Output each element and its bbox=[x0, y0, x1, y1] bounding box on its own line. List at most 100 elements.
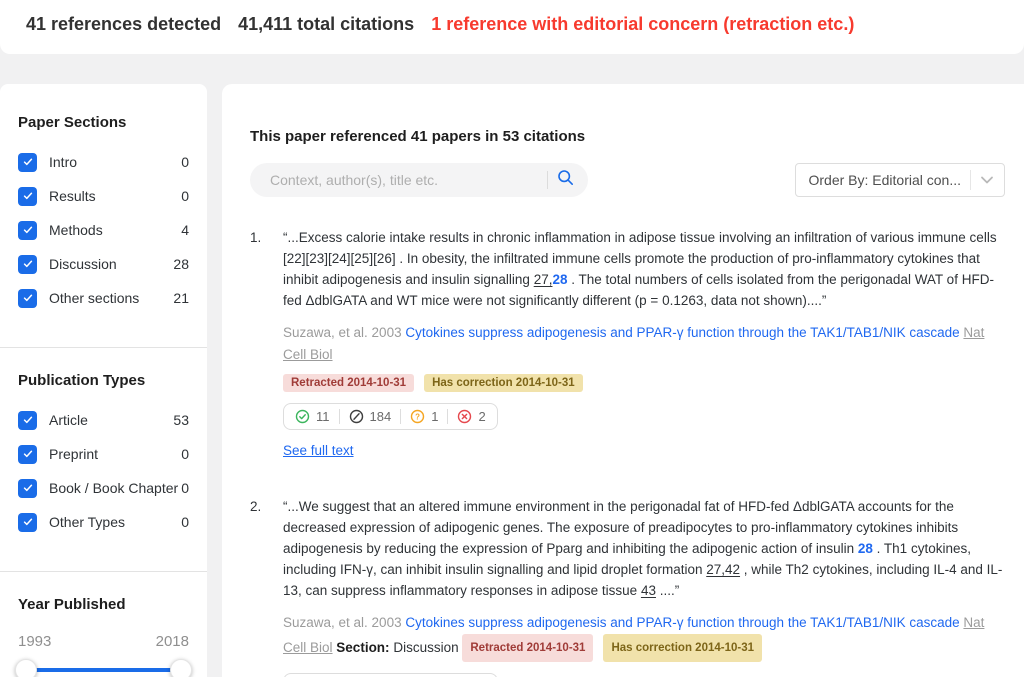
checkbox[interactable] bbox=[18, 479, 37, 498]
filter-count: 0 bbox=[181, 514, 189, 530]
check-icon bbox=[22, 258, 34, 270]
checkbox[interactable] bbox=[18, 289, 37, 308]
filters-sidebar: Paper Sections Intro 0 Results 0 Methods… bbox=[0, 84, 207, 677]
filter-label: Article bbox=[49, 412, 173, 428]
citation-quote: “...Excess calorie intake results in chr… bbox=[283, 227, 1005, 311]
mentioning-icon bbox=[349, 409, 364, 424]
year-published-title: Year Published bbox=[18, 596, 189, 613]
filter-count: 0 bbox=[181, 446, 189, 462]
slider-track bbox=[27, 668, 180, 672]
search-input[interactable] bbox=[268, 171, 541, 189]
citation-quote: “...We suggest that an altered immune en… bbox=[283, 496, 1005, 601]
checkbox[interactable] bbox=[18, 411, 37, 430]
filter-count: 53 bbox=[173, 412, 189, 428]
year-range-slider bbox=[18, 658, 189, 677]
badges-row: Retracted 2014-10-31Has correction 2014-… bbox=[283, 374, 1005, 392]
checkbox[interactable] bbox=[18, 221, 37, 240]
check-icon bbox=[22, 482, 34, 494]
results-title: This paper referenced 41 papers in 53 ci… bbox=[250, 128, 1005, 145]
filter-count: 28 bbox=[173, 256, 189, 272]
search-icon[interactable] bbox=[557, 169, 574, 191]
publication-types-filter: Publication Types Article 53 Preprint 0 … bbox=[0, 347, 207, 571]
filter-count: 4 bbox=[181, 222, 189, 238]
total-citations-count: 41,411 total citations bbox=[238, 14, 414, 35]
filter-count: 0 bbox=[181, 154, 189, 170]
tally-supporting-count: 11 bbox=[316, 409, 330, 424]
see-full-text-link[interactable]: See full text bbox=[283, 443, 354, 458]
filter-count: 0 bbox=[181, 188, 189, 204]
tally-mentioning: 184 bbox=[339, 409, 401, 424]
filter-label: Methods bbox=[49, 222, 181, 238]
checkbox[interactable] bbox=[18, 255, 37, 274]
contrasting-icon bbox=[457, 409, 472, 424]
citation-item: 2. “...We suggest that an altered immune… bbox=[250, 496, 1005, 677]
tally-contrasting-count: 2 bbox=[478, 409, 485, 424]
citation-title-link[interactable]: Cytokines suppress adipogenesis and PPAR… bbox=[405, 615, 959, 630]
tally-supporting: 11 bbox=[295, 409, 339, 424]
citation-number: 1. bbox=[250, 227, 283, 460]
citation-authors: Suzawa, et al. 2003 bbox=[283, 325, 405, 340]
supporting-icon bbox=[295, 409, 310, 424]
filter-label: Preprint bbox=[49, 446, 181, 462]
filter-row: Methods 4 bbox=[18, 219, 189, 241]
order-by-label: Order By: Editorial con... bbox=[808, 172, 961, 188]
checkbox[interactable] bbox=[18, 187, 37, 206]
badge-correction: Has correction 2014-10-31 bbox=[603, 634, 762, 662]
filter-count: 0 bbox=[181, 480, 189, 496]
tally-mentioning-count: 184 bbox=[370, 409, 392, 424]
paper-sections-list: Intro 0 Results 0 Methods 4 Discussion 2… bbox=[18, 151, 189, 309]
order-by-select[interactable]: Order By: Editorial con... bbox=[795, 163, 1005, 197]
check-icon bbox=[22, 414, 34, 426]
unclear-icon: ? bbox=[410, 409, 425, 424]
tally-pill[interactable]: 11184?12 bbox=[283, 673, 498, 677]
filter-row: Discussion 28 bbox=[18, 253, 189, 275]
citation-number: 2. bbox=[250, 496, 283, 677]
tally-pill[interactable]: 11184?12 bbox=[283, 403, 498, 430]
filter-row: Results 0 bbox=[18, 185, 189, 207]
filter-row: Article 53 bbox=[18, 409, 189, 431]
check-icon bbox=[22, 224, 34, 236]
tally-unclear-count: 1 bbox=[431, 409, 438, 424]
badge-retracted: Retracted 2014-10-31 bbox=[462, 634, 593, 662]
section-label: Section: bbox=[336, 640, 389, 655]
checkbox[interactable] bbox=[18, 445, 37, 464]
filter-count: 21 bbox=[173, 290, 189, 306]
filter-label: Other Types bbox=[49, 514, 181, 530]
filter-row: Preprint 0 bbox=[18, 443, 189, 465]
check-icon bbox=[22, 156, 34, 168]
svg-text:?: ? bbox=[415, 413, 420, 422]
filter-row: Book / Book Chapter 0 bbox=[18, 477, 189, 499]
order-by-divider bbox=[970, 170, 971, 190]
citation-title-link[interactable]: Cytokines suppress adipogenesis and PPAR… bbox=[405, 325, 959, 340]
checkbox[interactable] bbox=[18, 153, 37, 172]
search-box[interactable] bbox=[250, 163, 588, 197]
tally-contrasting: 2 bbox=[447, 409, 485, 424]
year-max-label: 2018 bbox=[156, 633, 189, 650]
filter-label: Other sections bbox=[49, 290, 173, 306]
paper-sections-filter: Paper Sections Intro 0 Results 0 Methods… bbox=[0, 84, 207, 347]
badge-correction: Has correction 2014-10-31 bbox=[424, 374, 583, 392]
citation-meta: Suzawa, et al. 2003 Cytokines suppress a… bbox=[283, 612, 1005, 662]
tally-unclear: ?1 bbox=[400, 409, 447, 424]
summary-header: 41 references detected 41,411 total cita… bbox=[0, 0, 1024, 54]
citation-authors: Suzawa, et al. 2003 bbox=[283, 615, 405, 630]
filter-label: Book / Book Chapter bbox=[49, 480, 181, 496]
citation-meta: Suzawa, et al. 2003 Cytokines suppress a… bbox=[283, 322, 1005, 366]
check-icon bbox=[22, 292, 34, 304]
slider-handle-max[interactable] bbox=[170, 659, 192, 677]
filter-label: Intro bbox=[49, 154, 181, 170]
citations-list: 1. “...Excess calorie intake results in … bbox=[250, 227, 1005, 677]
filter-row: Intro 0 bbox=[18, 151, 189, 173]
references-detected-count: 41 references detected bbox=[26, 14, 221, 35]
checkbox[interactable] bbox=[18, 513, 37, 532]
list-controls: Order By: Editorial con... bbox=[250, 163, 1005, 197]
year-range-labels: 1993 2018 bbox=[18, 633, 189, 650]
filter-row: Other sections 21 bbox=[18, 287, 189, 309]
citation-item: 1. “...Excess calorie intake results in … bbox=[250, 227, 1005, 460]
citations-panel: This paper referenced 41 papers in 53 ci… bbox=[222, 84, 1024, 677]
search-divider bbox=[547, 171, 548, 189]
paper-sections-title: Paper Sections bbox=[18, 114, 189, 131]
publication-types-title: Publication Types bbox=[18, 372, 189, 389]
filter-label: Discussion bbox=[49, 256, 173, 272]
slider-handle-min[interactable] bbox=[15, 659, 37, 677]
